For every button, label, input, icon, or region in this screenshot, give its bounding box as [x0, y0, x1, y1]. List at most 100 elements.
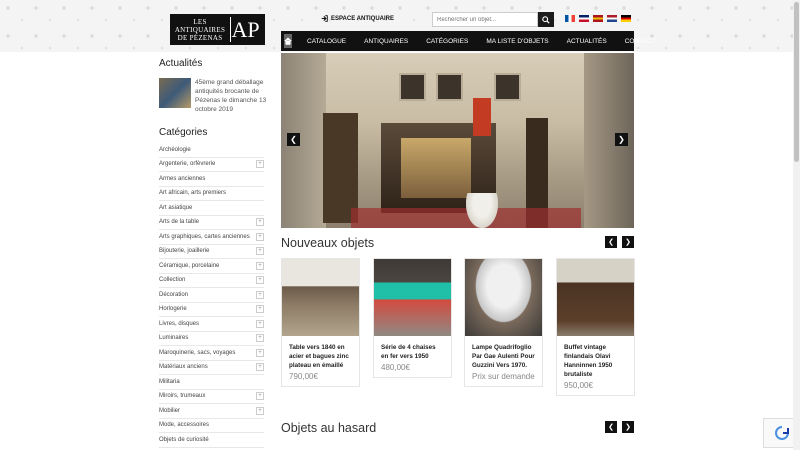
expand-plus-icon[interactable]: +	[256, 218, 264, 227]
product-card[interactable]: Buffet vintage finlandais Olavi Hanninne…	[556, 258, 635, 396]
home-button[interactable]	[284, 34, 292, 48]
category-item[interactable]: Matériaux anciens +	[159, 361, 264, 375]
category-item[interactable]: Mobilier +	[159, 404, 264, 419]
expand-plus-icon[interactable]: +	[256, 406, 264, 415]
category-label[interactable]: Arts de la table	[159, 219, 199, 225]
expand-plus-icon[interactable]: +	[256, 392, 264, 401]
nav-actualites[interactable]: ACTUALITÉS	[558, 38, 616, 45]
category-item[interactable]: Décoration +	[159, 288, 264, 303]
product-card[interactable]: Lampe Quadrifoglio Par Gae Aulenti Pour …	[464, 258, 543, 387]
category-item[interactable]: Argenterie, orfèvrerie +	[159, 158, 264, 172]
category-label[interactable]: Horlogerie	[159, 306, 187, 312]
news-thumbnail[interactable]	[159, 78, 191, 108]
product-name[interactable]: Lampe Quadrifoglio Par Gae Aulenti Pour …	[465, 336, 542, 372]
category-label[interactable]: Bijouterie, joaillerie	[159, 248, 209, 254]
language-selector	[565, 15, 631, 22]
category-item[interactable]: Objets de curiosité	[159, 433, 264, 448]
category-label[interactable]: Archéologie	[159, 147, 191, 153]
expand-plus-icon[interactable]: +	[256, 334, 264, 343]
category-item[interactable]: Archéologie	[159, 143, 264, 158]
product-card[interactable]: Série de 4 chaises en fer vers 1950 480,…	[373, 258, 452, 378]
category-item[interactable]: Arts de la table +	[159, 216, 264, 230]
expand-plus-icon[interactable]: +	[256, 276, 264, 285]
category-item[interactable]: Maroquinerie, sacs, voyages +	[159, 346, 264, 361]
nav-categories[interactable]: CATÉGORIES	[417, 38, 477, 45]
product-price: 950,00€	[564, 381, 593, 390]
expand-plus-icon[interactable]: +	[256, 348, 264, 357]
product-image[interactable]	[557, 259, 634, 336]
slider-prev-button[interactable]: ❮	[287, 133, 300, 146]
product-card[interactable]: Table vers 1840 en acier et bagues zinc …	[281, 258, 360, 387]
expand-plus-icon[interactable]: +	[256, 290, 264, 299]
product-image[interactable]	[374, 259, 451, 336]
category-item[interactable]: Art asiatique	[159, 201, 264, 216]
expand-plus-icon[interactable]: +	[256, 363, 264, 372]
category-item[interactable]: Bijouterie, joaillerie +	[159, 245, 264, 259]
category-label[interactable]: Miroirs, trumeaux	[159, 393, 205, 399]
nav-ma-liste[interactable]: MA LISTE D'OBJETS	[477, 38, 557, 45]
category-label[interactable]: Luminaires	[159, 335, 188, 341]
page-scrollbar[interactable]	[793, 0, 800, 450]
hero-slider[interactable]: ❮ ❯	[281, 53, 634, 228]
category-item[interactable]: Luminaires +	[159, 332, 264, 346]
category-label[interactable]: Argenterie, orfèvrerie	[159, 161, 215, 167]
expand-plus-icon[interactable]: +	[256, 319, 264, 328]
product-price: 790,00€	[289, 372, 318, 381]
category-label[interactable]: Militaria	[159, 379, 180, 385]
nl-flag[interactable]	[607, 15, 617, 22]
news-item[interactable]: 45ème grand déballage antiquités brocant…	[159, 78, 267, 114]
category-label[interactable]: Collection	[159, 277, 185, 283]
category-item[interactable]: Miroirs, trumeaux +	[159, 390, 264, 404]
uk-flag[interactable]	[579, 15, 589, 22]
category-item[interactable]: Collection +	[159, 274, 264, 288]
category-item[interactable]: Horlogerie +	[159, 303, 264, 317]
category-label[interactable]: Art africain, arts premiers	[159, 190, 226, 196]
category-item[interactable]: Arts graphiques, cartes anciennes +	[159, 230, 264, 245]
product-name[interactable]: Série de 4 chaises en fer vers 1950	[374, 336, 451, 363]
expand-plus-icon[interactable]: +	[256, 261, 264, 270]
category-item[interactable]: Armes anciennes	[159, 172, 264, 187]
product-image[interactable]	[465, 259, 542, 336]
new-items-prev-button[interactable]: ❮	[605, 236, 617, 248]
product-name[interactable]: Table vers 1840 en acier et bagues zinc …	[282, 336, 359, 372]
search-button[interactable]	[538, 12, 554, 27]
category-label[interactable]: Matériaux anciens	[159, 364, 208, 370]
category-item[interactable]: Mode, accessoires	[159, 419, 264, 433]
product-name[interactable]: Buffet vintage finlandais Olavi Hanninne…	[557, 336, 634, 381]
es-flag[interactable]	[593, 15, 603, 22]
expand-plus-icon[interactable]: +	[256, 160, 264, 169]
fr-flag[interactable]	[565, 15, 575, 22]
news-text[interactable]: 45ème grand déballage antiquités brocant…	[195, 78, 267, 114]
category-label[interactable]: Armes anciennes	[159, 176, 205, 182]
category-label[interactable]: Livres, disques	[159, 321, 199, 327]
product-image[interactable]	[282, 259, 359, 336]
search-input[interactable]	[432, 12, 538, 27]
random-items-prev-button[interactable]: ❮	[605, 421, 617, 433]
category-item[interactable]: Livres, disques +	[159, 317, 264, 332]
new-items-next-button[interactable]: ❯	[622, 236, 634, 248]
expand-plus-icon[interactable]: +	[256, 232, 264, 241]
category-item[interactable]: Art africain, arts premiers	[159, 187, 264, 201]
expand-plus-icon[interactable]: +	[256, 247, 264, 256]
slider-next-button[interactable]: ❯	[615, 133, 628, 146]
site-logo[interactable]: LES ANTIQUAIRES DE PÉZENAS AP	[170, 14, 265, 45]
category-label[interactable]: Décoration	[159, 292, 188, 298]
category-item[interactable]: Céramique, porcelaine +	[159, 259, 264, 274]
slide-image-shop-interior	[401, 138, 471, 198]
category-label[interactable]: Mobilier	[159, 408, 180, 414]
de-flag[interactable]	[621, 15, 631, 22]
espace-antiquaire-link[interactable]: ESPACE ANTIQUAIRE	[321, 15, 394, 22]
nav-antiquaires[interactable]: ANTIQUAIRES	[355, 38, 417, 45]
random-items-next-button[interactable]: ❯	[622, 421, 634, 433]
category-item[interactable]: Militaria	[159, 375, 264, 390]
nav-contact[interactable]: CONTACT	[616, 38, 665, 45]
category-label[interactable]: Arts graphiques, cartes anciennes	[159, 234, 250, 240]
scrollbar-thumb[interactable]	[794, 2, 799, 162]
category-label[interactable]: Maroquinerie, sacs, voyages	[159, 350, 235, 356]
nav-catalogue[interactable]: CATALOGUE	[298, 38, 355, 45]
category-label[interactable]: Art asiatique	[159, 205, 192, 211]
category-label[interactable]: Objets de curiosité	[159, 437, 209, 443]
category-label[interactable]: Mode, accessoires	[159, 422, 209, 428]
expand-plus-icon[interactable]: +	[256, 305, 264, 314]
category-label[interactable]: Céramique, porcelaine	[159, 263, 219, 269]
